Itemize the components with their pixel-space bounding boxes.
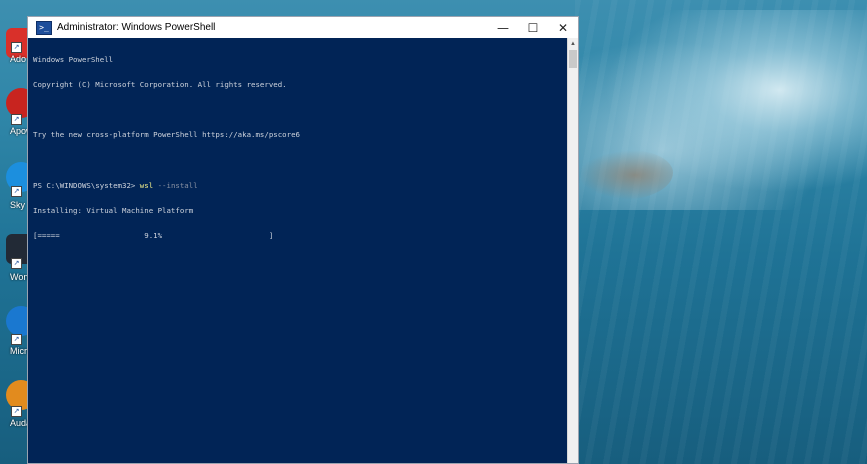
console-scrollbar[interactable]: ▲: [567, 38, 578, 463]
prompt: PS C:\WINDOWS\system32>: [33, 180, 140, 190]
console-line: Try the new cross-platform PowerShell ht…: [33, 130, 300, 140]
window-controls: — ☐ ✕: [488, 17, 578, 38]
shortcut-arrow-icon: ↗: [11, 334, 22, 345]
scroll-thumb[interactable]: [569, 50, 577, 68]
console-line: Windows PowerShell: [33, 54, 114, 64]
command-name: wsl: [139, 180, 154, 190]
shortcut-arrow-icon: ↗: [11, 42, 22, 53]
command-line: PS C:\WINDOWS\system32> wsl --install: [33, 180, 568, 190]
window-titlebar[interactable]: >_ Administrator: Windows PowerShell — ☐…: [28, 17, 578, 38]
status-line: Installing: Virtual Machine Platform: [33, 206, 194, 216]
console-line: Copyright (C) Microsoft Corporation. All…: [33, 80, 287, 90]
shortcut-arrow-icon: ↗: [11, 114, 22, 125]
close-button[interactable]: ✕: [548, 17, 578, 38]
progress-bar: [===== 9.1% ]: [33, 231, 274, 241]
console-output[interactable]: Windows PowerShell Copyright (C) Microso…: [28, 38, 568, 463]
shortcut-arrow-icon: ↗: [11, 406, 22, 417]
powershell-window[interactable]: >_ Administrator: Windows PowerShell — ☐…: [27, 16, 579, 464]
shortcut-arrow-icon: ↗: [11, 258, 22, 269]
desktop-icon-label: Sky: [10, 200, 26, 210]
desktop-background: ↗ Ado Acro ↗ Apow ↗ Sky ↗ Wonde Film ↗ M…: [0, 0, 867, 464]
window-title: Administrator: Windows PowerShell: [57, 22, 216, 33]
maximize-button[interactable]: ☐: [518, 17, 548, 38]
shortcut-arrow-icon: ↗: [11, 186, 22, 197]
command-args: --install: [153, 180, 198, 190]
scroll-up-arrow-icon[interactable]: ▲: [569, 40, 577, 48]
minimize-button[interactable]: —: [488, 17, 518, 38]
powershell-icon: >_: [36, 20, 52, 35]
